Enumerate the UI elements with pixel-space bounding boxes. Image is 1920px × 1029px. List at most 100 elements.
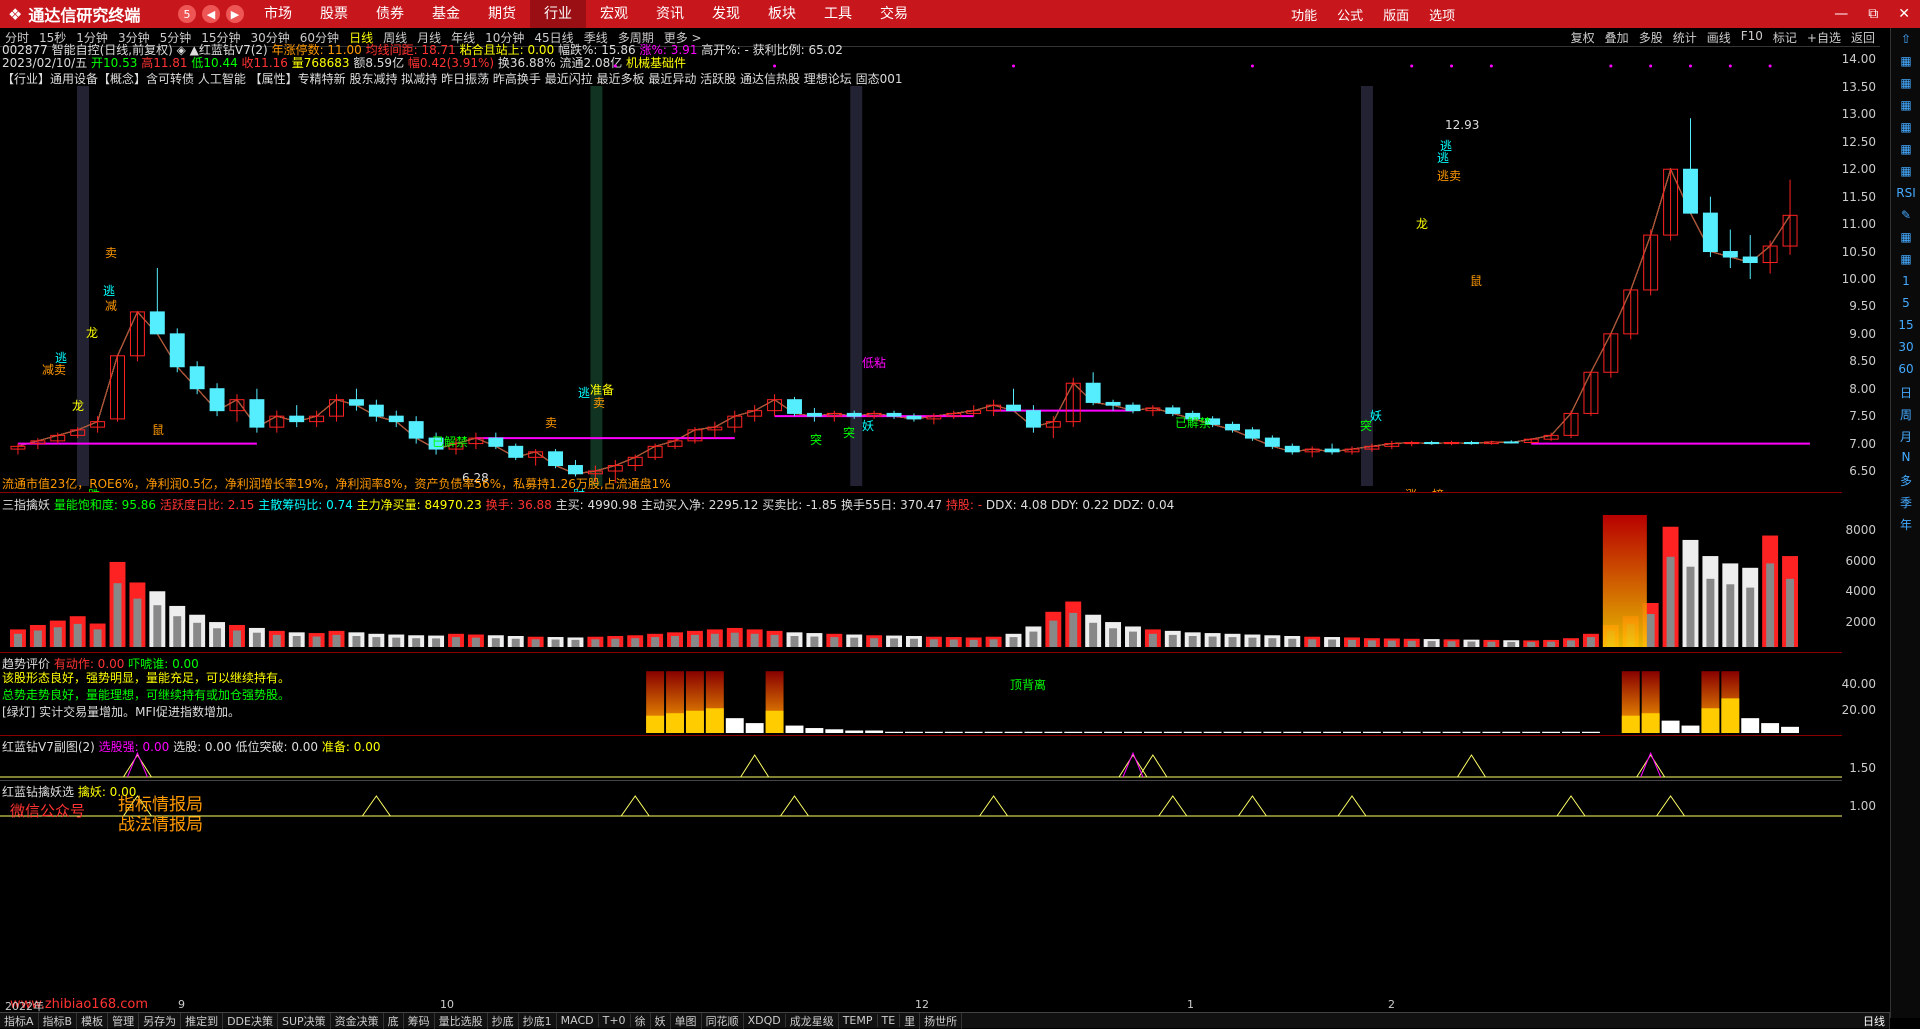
subchart-catch[interactable] [0,792,1842,822]
right-tool-9[interactable]: ▦ [1891,230,1920,244]
kline-chart[interactable]: 卖逃减龙逃减卖龙鼠已解禁6.28跌财逃准备卖卖低粘突突妖已解禁12.93逃逃逃卖… [0,46,1842,492]
period-tool-5[interactable]: F10 [1736,29,1768,46]
bottom-tab-21[interactable]: 成龙星级 [786,1012,839,1029]
right-tool-12[interactable]: 5 [1891,296,1920,310]
bottom-tab-23[interactable]: TE [878,1014,901,1027]
right-tool-7[interactable]: RSI [1891,186,1920,200]
right-tool-16[interactable]: 日 [1891,384,1920,401]
menu-item-5[interactable]: 行业 [530,0,586,28]
bottom-tab-19[interactable]: 同花顺 [702,1012,744,1029]
right-tool-5[interactable]: ▦ [1891,142,1920,156]
bottom-tab-16[interactable]: 徐 [631,1012,651,1029]
volume-inner-bar [1248,637,1257,647]
right-tool-2[interactable]: ▦ [1891,76,1920,90]
nav-page-button[interactable]: 5 [178,5,196,23]
volume-inner-bar [1089,622,1098,647]
bottom-tab-0[interactable]: 指标A [0,1012,39,1029]
right-tool-0[interactable]: ⇧ [1891,32,1920,46]
volume-inner-bar [332,634,341,647]
menu-right-item-2[interactable]: 版面 [1373,5,1419,24]
bottom-tab-22[interactable]: TEMP [839,1014,878,1027]
kline-label: 鼠 [1470,274,1482,288]
right-tool-20[interactable]: 多 [1891,472,1920,489]
right-tool-10[interactable]: ▦ [1891,252,1920,266]
bottom-tab-8[interactable]: 资金决策 [331,1012,384,1029]
bottom-tab-10[interactable]: 筹码 [404,1012,435,1029]
right-tool-18[interactable]: 月 [1891,428,1920,445]
bottom-tab-7[interactable]: SUP决策 [278,1012,331,1029]
menu-item-11[interactable]: 交易 [866,0,922,28]
bottom-tab-20[interactable]: XDQD [744,1014,786,1027]
bottom-tab-24[interactable]: 里 [900,1012,921,1029]
period-tool-7[interactable]: +自选 [1802,29,1846,46]
right-tool-4[interactable]: ▦ [1891,120,1920,134]
volume-chart[interactable] [0,510,1842,652]
right-tool-6[interactable]: ▦ [1891,164,1920,178]
volume-inner-bar [1586,637,1595,647]
menu-item-6[interactable]: 宏观 [586,0,642,28]
candle [110,355,125,422]
nav-forward-button[interactable]: ▶ [226,5,244,23]
right-tool-8[interactable]: ✎ [1891,208,1920,222]
bottom-tab-5[interactable]: 推定到 [181,1012,224,1029]
right-tool-1[interactable]: ▦ [1891,54,1920,68]
right-tool-19[interactable]: N [1891,450,1920,464]
bottom-tab-1[interactable]: 指标B [39,1012,78,1029]
period-tool-3[interactable]: 统计 [1668,29,1702,46]
candle [1503,440,1519,444]
menu-item-0[interactable]: 市场 [250,0,306,28]
bottom-tab-3[interactable]: 管理 [108,1012,140,1029]
menu-item-9[interactable]: 板块 [754,0,810,28]
period-tool-8[interactable]: 返回 [1846,29,1880,46]
bottom-tab-9[interactable]: 底 [384,1012,404,1029]
nav-back-button[interactable]: ◀ [202,5,220,23]
menu-right-item-1[interactable]: 公式 [1327,5,1373,24]
bottom-tab-2[interactable]: 模板 [77,1012,109,1029]
fund-info: 流通市值23亿，ROE6%，净利润0.5亿，净利润增长率19%，净利润率8%，资… [2,477,671,491]
right-tool-14[interactable]: 30 [1891,340,1920,354]
right-tool-15[interactable]: 60 [1891,362,1920,376]
period-tool-1[interactable]: 叠加 [1600,29,1634,46]
bottom-tab-18[interactable]: 单图 [671,1012,702,1029]
right-tool-3[interactable]: ▦ [1891,98,1920,112]
right-tool-13[interactable]: 15 [1891,318,1920,332]
bottom-tab-12[interactable]: 抄底 [488,1012,519,1029]
right-tool-21[interactable]: 季 [1891,494,1920,511]
volume-inner-bar [969,639,978,647]
bottom-period-label[interactable]: 日线 [1859,1012,1890,1029]
candle [986,399,1002,417]
bottom-tab-17[interactable]: 妖 [651,1012,671,1029]
period-tool-0[interactable]: 复权 [1566,29,1600,46]
subchart-v7[interactable] [0,750,1842,780]
close-icon[interactable]: ✕ [1888,6,1920,22]
bottom-tab-4[interactable]: 另存为 [139,1012,182,1029]
menu-item-10[interactable]: 工具 [810,0,866,28]
right-tool-11[interactable]: 1 [1891,274,1920,288]
panel4-axis: 1.50 [1842,750,1880,780]
menu-item-1[interactable]: 股票 [306,0,362,28]
menu-item-7[interactable]: 资讯 [642,0,698,28]
period-tool-4[interactable]: 画线 [1702,29,1736,46]
menu-item-4[interactable]: 期货 [474,0,530,28]
minimize-icon[interactable]: — [1824,6,1858,22]
bottom-tab-13[interactable]: 抄底1 [519,1012,557,1029]
bottom-tab-25[interactable]: 扬世所 [920,1012,963,1029]
right-tool-22[interactable]: 年 [1891,516,1920,533]
p5-triangle [1238,795,1267,817]
trend-chart[interactable] [0,655,1842,735]
period-tool-6[interactable]: 标记 [1768,29,1802,46]
menu-right-item-3[interactable]: 选项 [1419,5,1465,24]
menu-item-3[interactable]: 基金 [418,0,474,28]
trend-bar [1781,726,1800,733]
bottom-tab-11[interactable]: 量比选股 [435,1012,488,1029]
bottom-tab-15[interactable]: T+0 [599,1014,631,1027]
menu-item-2[interactable]: 债券 [362,0,418,28]
bottom-tab-6[interactable]: DDE决策 [223,1012,278,1029]
trend-bar [1402,731,1421,733]
menu-right-item-0[interactable]: 功能 [1281,5,1327,24]
bottom-tab-14[interactable]: MACD [557,1014,599,1027]
period-tool-2[interactable]: 多股 [1634,29,1668,46]
right-tool-17[interactable]: 周 [1891,406,1920,423]
menu-item-8[interactable]: 发现 [698,0,754,28]
restore-icon[interactable]: ⧉ [1858,6,1888,22]
